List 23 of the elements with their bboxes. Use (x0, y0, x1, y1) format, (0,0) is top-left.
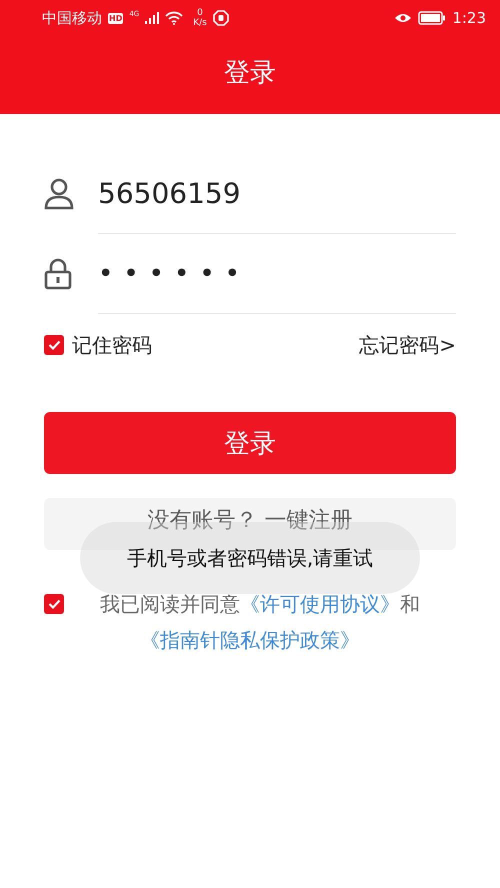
privacy-policy-link[interactable]: 《指南针隐私保护政策》 (100, 622, 456, 658)
user-icon (44, 178, 74, 210)
battery-icon (418, 11, 446, 25)
wifi-icon (165, 11, 184, 25)
license-agreement-link[interactable]: 《许可使用协议》 (240, 592, 400, 616)
eye-icon (394, 12, 412, 24)
clock-time: 1:23 (452, 9, 486, 27)
hd-badge: HD (108, 12, 124, 24)
checkbox[interactable] (44, 335, 64, 355)
lock-icon (44, 258, 72, 290)
username-field[interactable]: 56506159 (98, 154, 456, 234)
forgot-password-link[interactable]: 忘记密码> (359, 332, 456, 358)
login-button[interactable]: 登录 (44, 412, 456, 474)
checkmark-icon (48, 599, 60, 609)
remember-password-label: 记住密码 (72, 332, 152, 358)
carrier-name: 中国移动 (42, 8, 102, 28)
speed-unit: K/s (193, 18, 207, 28)
checkmark-icon (48, 340, 60, 350)
page-title: 登录 (224, 56, 276, 90)
checkbox[interactable] (44, 594, 64, 614)
speed-value: 0 (197, 8, 203, 18)
password-field[interactable]: •••••• (98, 234, 456, 314)
signal-icon (145, 12, 160, 24)
